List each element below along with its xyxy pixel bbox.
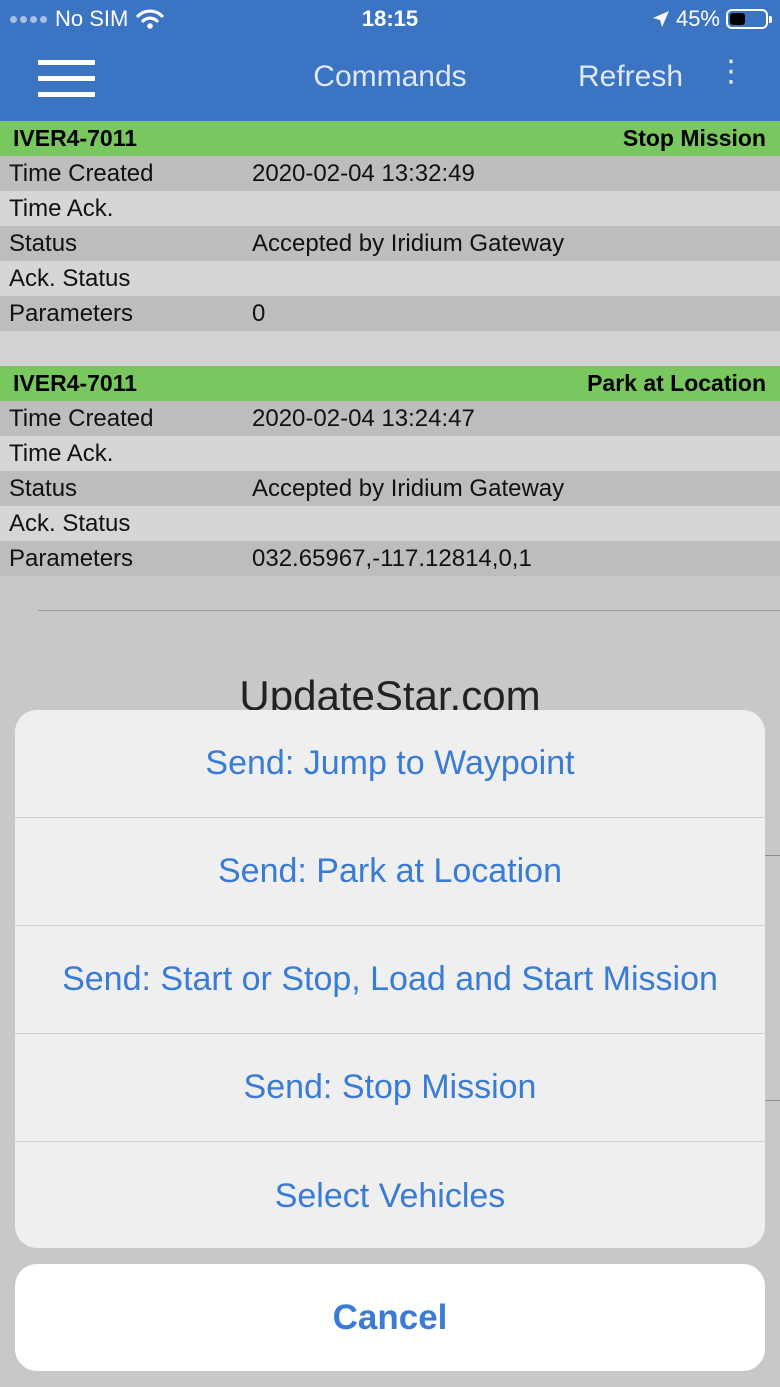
field-label: Parameters: [9, 544, 134, 572]
refresh-button[interactable]: Refresh: [578, 60, 683, 94]
table-row: Time Created 2020-02-04 13:24:47: [0, 401, 780, 436]
table-row: Time Created 2020-02-04 13:32:49: [0, 156, 780, 191]
field-value: 2020-02-04 13:24:47: [252, 404, 475, 432]
field-value: 032.65967,-117.12814,0,1: [252, 544, 532, 572]
field-label: Time Created: [9, 159, 154, 187]
send-stop-mission-button[interactable]: Send: Stop Mission: [15, 1034, 765, 1142]
list-divider: [38, 610, 780, 611]
card-spacer: [0, 331, 780, 366]
command-header: IVER4-7011 Park at Location: [0, 366, 780, 401]
field-label: Time Ack.: [9, 439, 114, 467]
list-divider: [765, 855, 780, 856]
table-row: Time Ack.: [0, 191, 780, 226]
battery-percent: 45%: [675, 6, 720, 31]
cancel-button[interactable]: Cancel: [15, 1264, 765, 1371]
send-park-at-location-button[interactable]: Send: Park at Location: [15, 818, 765, 926]
command-card[interactable]: IVER4-7011 Stop Mission Time Created 2020…: [0, 121, 780, 366]
table-row: Parameters 032.65967,-117.12814,0,1: [0, 541, 780, 576]
table-row: Time Ack.: [0, 436, 780, 471]
more-options-icon[interactable]: ⋮: [716, 54, 746, 89]
field-label: Time Created: [9, 404, 154, 432]
status-bar: No SIM 18:15 45%: [0, 0, 780, 38]
table-row: Status Accepted by Iridium Gateway: [0, 226, 780, 261]
battery-icon: [726, 9, 772, 29]
top-bar: No SIM 18:15 45% Commands Refresh ⋮: [0, 0, 780, 121]
select-vehicles-button[interactable]: Select Vehicles: [15, 1142, 765, 1248]
field-label: Time Ack.: [9, 194, 114, 222]
location-arrow-icon: [652, 11, 669, 27]
field-label: Parameters: [9, 299, 134, 327]
status-right: 45%: [652, 6, 772, 32]
field-label: Ack. Status: [9, 509, 131, 537]
field-value: 0: [252, 299, 266, 327]
field-label: Ack. Status: [9, 264, 131, 292]
command-name: Park at Location: [587, 370, 766, 396]
navbar: Commands Refresh ⋮: [0, 38, 780, 121]
send-jump-to-waypoint-button[interactable]: Send: Jump to Waypoint: [15, 710, 765, 818]
command-name: Stop Mission: [622, 125, 766, 151]
table-row: Ack. Status: [0, 261, 780, 296]
field-label: Status: [9, 229, 78, 257]
send-start-stop-mission-button[interactable]: Send: Start or Stop, Load and Start Miss…: [15, 926, 765, 1034]
action-sheet: Send: Jump to Waypoint Send: Park at Loc…: [15, 710, 765, 1248]
list-divider: [765, 1100, 780, 1101]
table-row: Status Accepted by Iridium Gateway: [0, 471, 780, 506]
table-row: Ack. Status: [0, 506, 780, 541]
vehicle-name: IVER4-7011: [13, 370, 138, 396]
field-value: Accepted by Iridium Gateway: [252, 229, 565, 257]
field-value: 2020-02-04 13:32:49: [252, 159, 475, 187]
command-card[interactable]: IVER4-7011 Park at Location Time Created…: [0, 366, 780, 576]
battery-fill: [730, 13, 745, 25]
field-value: Accepted by Iridium Gateway: [252, 474, 565, 502]
table-row: Parameters 0: [0, 296, 780, 331]
vehicle-name: IVER4-7011: [13, 125, 138, 151]
command-header: IVER4-7011 Stop Mission: [0, 121, 780, 156]
field-label: Status: [9, 474, 78, 502]
